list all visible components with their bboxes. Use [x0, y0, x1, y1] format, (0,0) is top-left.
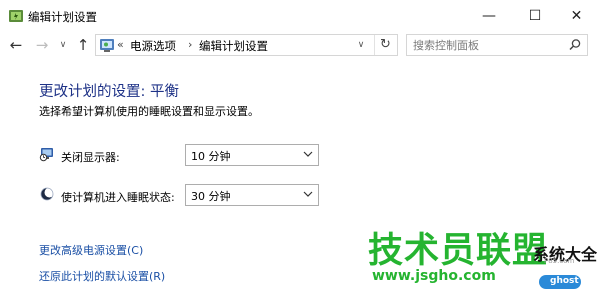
- window-title: 编辑计划设置: [28, 10, 97, 24]
- close-button[interactable]: ✕: [556, 0, 597, 32]
- recent-locations-button[interactable]: ∨: [56, 32, 70, 58]
- search-icon[interactable]: [567, 37, 583, 53]
- display-timer-icon: [39, 148, 53, 162]
- forward-button[interactable]: →: [32, 32, 52, 58]
- watermark-small: P85.com: [544, 257, 575, 265]
- watermark-url: www.jsgho.com: [372, 268, 496, 284]
- page-subtitle: 选择希望计算机使用的睡眠设置和显示设置。: [39, 105, 259, 118]
- control-panel-icon: [100, 39, 114, 52]
- search-input[interactable]: [413, 37, 563, 53]
- chevron-down-icon: [303, 151, 313, 157]
- breadcrumb-separator[interactable]: ›: [188, 38, 192, 51]
- maximize-button[interactable]: ☐: [513, 0, 557, 32]
- page-title: 更改计划的设置: 平衡: [39, 84, 179, 100]
- window: 编辑计划设置 — ☐ ✕ ← → ∨ ↑ « 电源选项 › 编辑计划设置 ∨ ↻: [0, 0, 597, 293]
- refresh-button[interactable]: ↻: [374, 35, 396, 55]
- sleep-label: 使计算机进入睡眠状态:: [61, 191, 175, 204]
- up-button[interactable]: ↑: [73, 32, 93, 58]
- watermark: 技术员联盟 系统大全 P85.com www.jsgho.com ghost: [368, 222, 597, 293]
- watermark-badge-text: ghost: [550, 276, 579, 286]
- breadcrumb-prefix: «: [117, 38, 124, 51]
- advanced-power-settings-link[interactable]: 更改高级电源设置(C): [39, 242, 143, 258]
- sleep-value: 30 分钟: [191, 190, 231, 203]
- navigation-bar: ← → ∨ ↑ « 电源选项 › 编辑计划设置 ∨ ↻: [0, 32, 597, 58]
- chevron-down-icon: [303, 191, 313, 197]
- display-off-select[interactable]: 10 分钟: [185, 144, 319, 166]
- display-off-label: 关闭显示器:: [61, 151, 120, 164]
- power-options-icon: [9, 10, 23, 22]
- watermark-title: 技术员联盟: [368, 231, 549, 271]
- search-box[interactable]: [406, 34, 588, 56]
- breadcrumb-edit-plan[interactable]: 编辑计划设置: [199, 38, 268, 54]
- sleep-moon-icon: [40, 187, 55, 201]
- minimize-button[interactable]: —: [467, 0, 511, 32]
- sleep-select[interactable]: 30 分钟: [185, 184, 319, 206]
- title-bar: 编辑计划设置 — ☐ ✕: [0, 0, 597, 32]
- address-dropdown-button[interactable]: ∨: [353, 37, 369, 53]
- address-bar[interactable]: « 电源选项 › 编辑计划设置 ∨ ↻: [95, 34, 398, 56]
- display-off-value: 10 分钟: [191, 150, 231, 163]
- breadcrumb-power-options[interactable]: 电源选项: [130, 38, 176, 54]
- back-button[interactable]: ←: [6, 32, 26, 58]
- restore-defaults-link[interactable]: 还原此计划的默认设置(R): [39, 268, 165, 284]
